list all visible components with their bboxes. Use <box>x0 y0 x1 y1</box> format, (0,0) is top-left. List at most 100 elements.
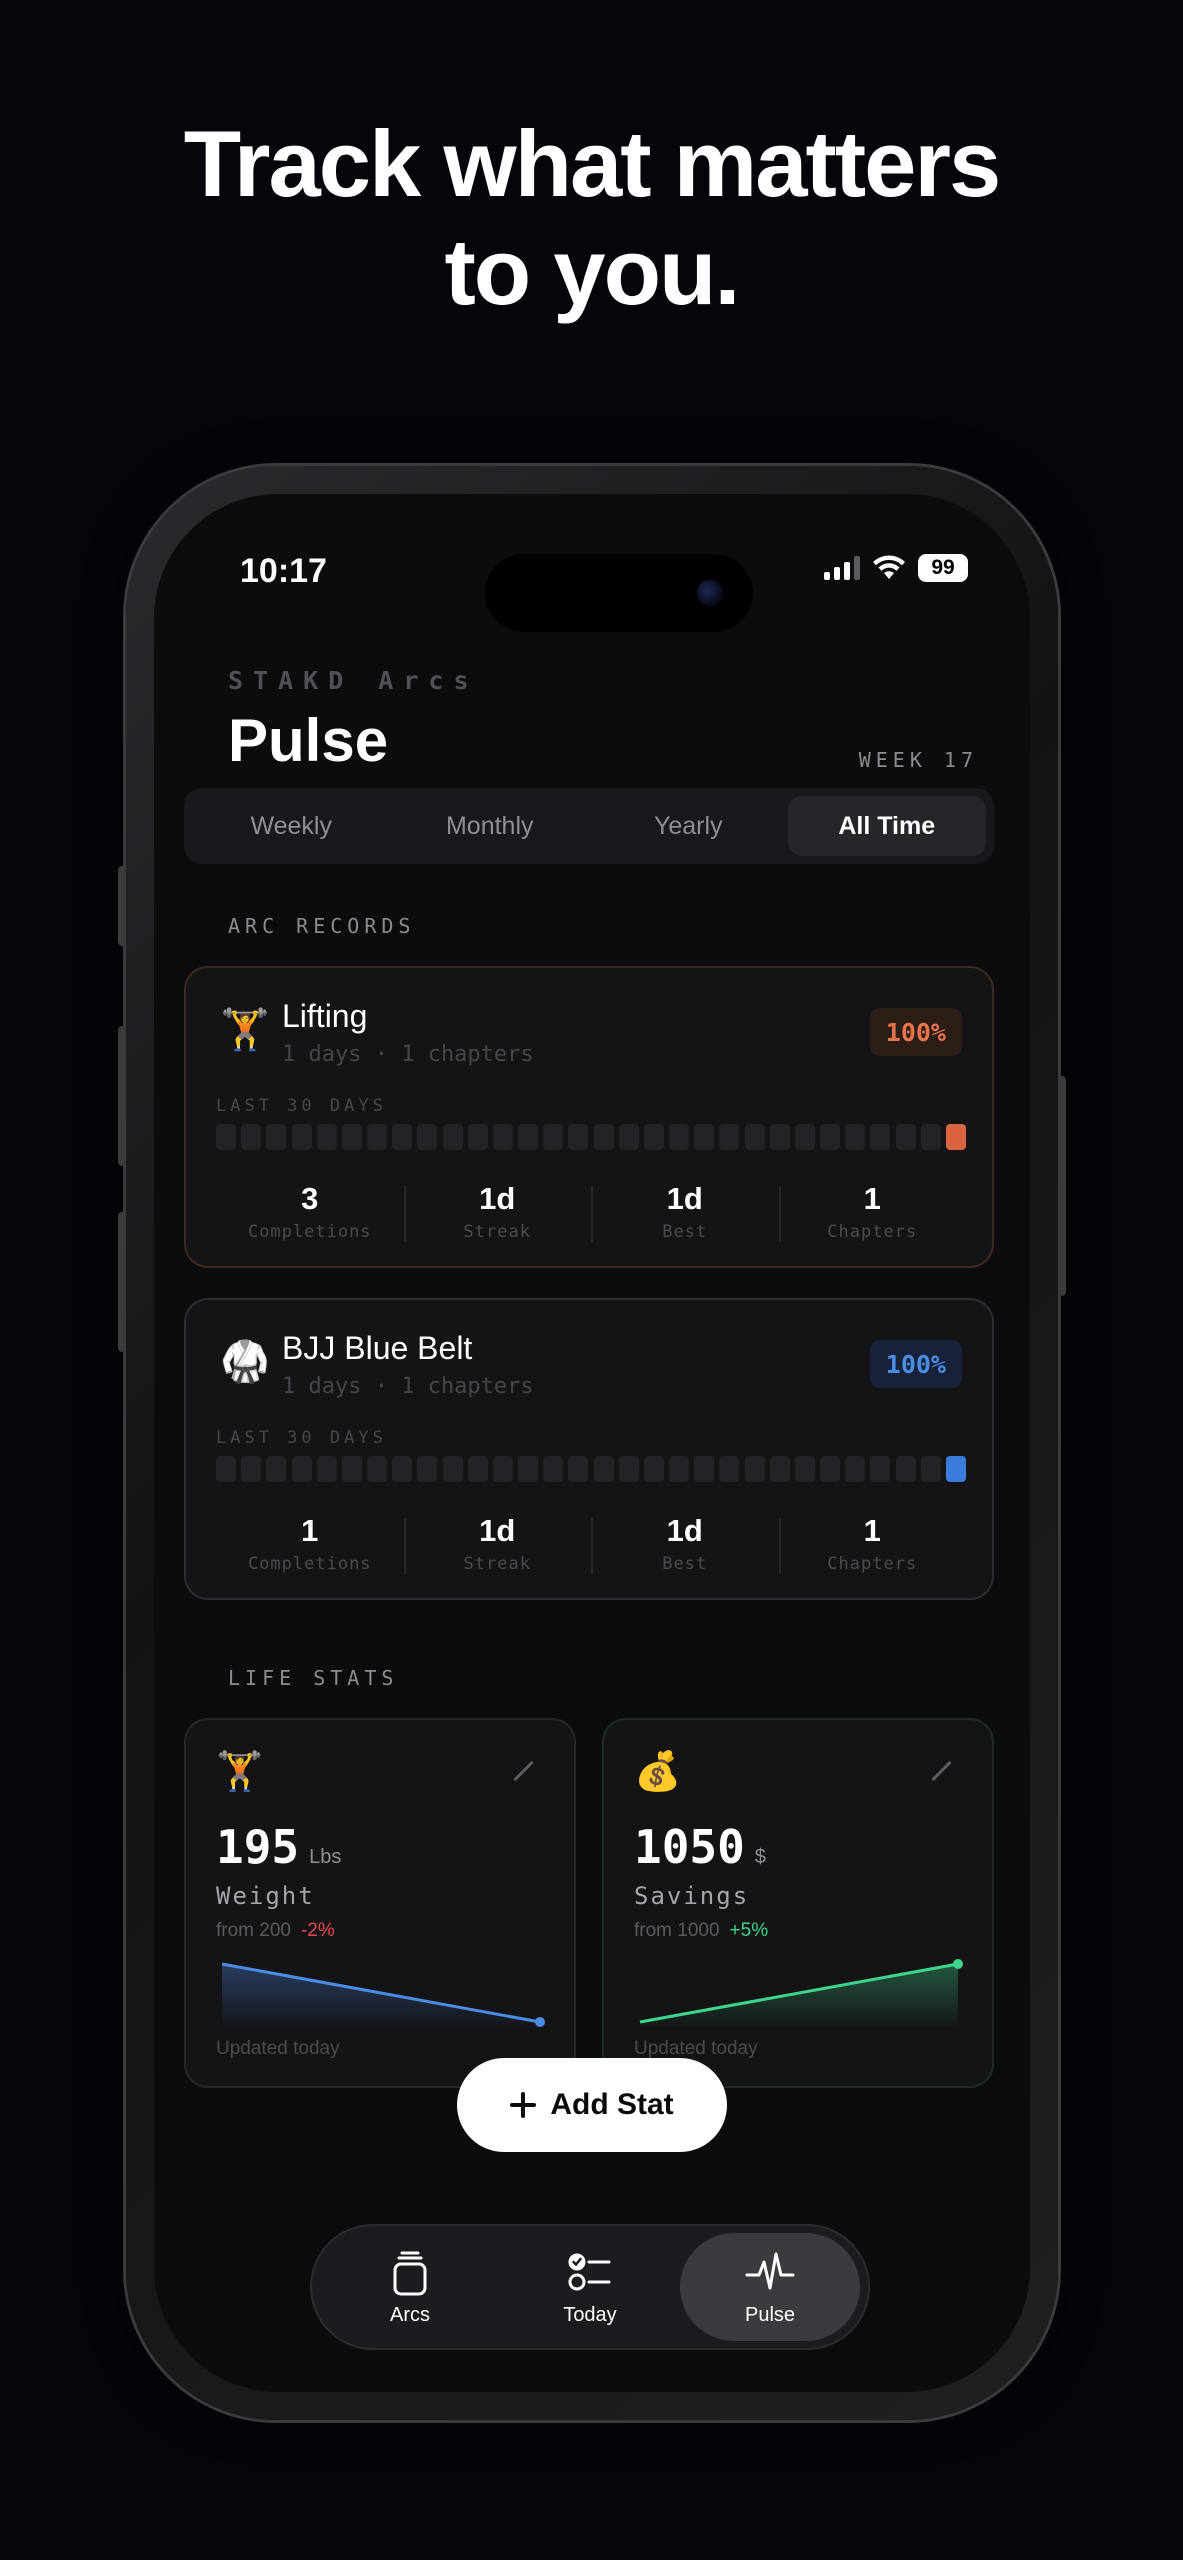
stat-value: 1 <box>301 1513 319 1548</box>
day-cell <box>568 1456 589 1482</box>
stat-value: 1d <box>666 1513 703 1548</box>
day-cell <box>719 1456 740 1482</box>
day-cell <box>694 1456 715 1482</box>
stat-updated: Updated today <box>216 2038 340 2059</box>
stat-chapters: 1 Chapters <box>778 1512 967 1576</box>
day-grid <box>216 1124 966 1150</box>
phone-frame: 10:17 99 STAKD Arcs Pulse WEEK 17 Weekly… <box>118 466 1066 2420</box>
app-screen: 10:17 99 STAKD Arcs Pulse WEEK 17 Weekly… <box>154 494 1030 2392</box>
stack-icon <box>393 2251 427 2295</box>
stat-delta: -2% <box>300 1920 335 1941</box>
day-cell <box>618 1456 639 1482</box>
day-cell <box>341 1456 362 1482</box>
stat-value: 1d <box>666 1181 703 1216</box>
day-cell <box>392 1124 413 1150</box>
week-label: WEEK 17 <box>858 748 978 772</box>
add-stat-button[interactable]: Add Stat <box>457 2058 727 2152</box>
day-cell <box>367 1124 388 1150</box>
day-cell <box>870 1124 891 1150</box>
day-cell <box>845 1124 866 1150</box>
dynamic-island <box>485 554 753 632</box>
life-stat-card-savings[interactable]: 💰 1050 $ Savings from 1000 +5% Updated t… <box>602 1718 994 2088</box>
status-time: 10:17 <box>240 552 327 590</box>
day-cell <box>291 1456 312 1482</box>
arc-card-bjj-blue-belt[interactable]: 🥋 BJJ Blue Belt 1 days · 1 chapters 100%… <box>184 1298 994 1600</box>
day-cell <box>442 1456 463 1482</box>
day-cell <box>794 1124 815 1150</box>
weightlifter-icon: 🏋️ <box>216 1751 264 1793</box>
life-stat-card-weight[interactable]: 🏋️ 195 Lbs Weight from 200 -2% Updated t… <box>184 1718 576 2088</box>
stat-value: 1d <box>479 1513 516 1548</box>
day-cell <box>870 1456 891 1482</box>
tab-today[interactable]: Today <box>500 2233 680 2341</box>
stat-change: from 200 -2% <box>216 1920 335 1942</box>
day-cell <box>643 1124 664 1150</box>
day-cell <box>367 1456 388 1482</box>
edit-icon[interactable] <box>930 1760 952 1782</box>
martial-arts-uniform-icon: 🥋 <box>220 1340 270 1384</box>
day-cell <box>820 1124 841 1150</box>
camera-icon <box>697 580 723 606</box>
day-cell <box>543 1124 564 1150</box>
stat-value: 1d <box>479 1181 516 1216</box>
action-button <box>118 866 126 946</box>
day-cell <box>467 1456 488 1482</box>
day-cell <box>442 1124 463 1150</box>
arc-card-lifting[interactable]: 🏋️ Lifting 1 days · 1 chapters 100% LAST… <box>184 966 994 1268</box>
status-indicators: 99 <box>824 554 968 582</box>
stat-streak: 1d Streak <box>403 1512 592 1576</box>
day-cell <box>392 1456 413 1482</box>
day-cell <box>316 1456 337 1482</box>
page-title: Pulse <box>228 707 389 774</box>
stat-unit: Lbs <box>309 1846 342 1868</box>
headline: Track what matters to you. <box>0 110 1183 326</box>
day-cell <box>694 1124 715 1150</box>
period-selector: Weekly Monthly Yearly All Time <box>184 788 994 864</box>
stat-chapters: 1 Chapters <box>778 1180 967 1244</box>
add-stat-label: Add Stat <box>550 2088 674 2121</box>
stat-value-row: 1050 $ <box>634 1820 766 1874</box>
day-cell <box>543 1456 564 1482</box>
day-cell <box>744 1124 765 1150</box>
battery-indicator: 99 <box>918 554 968 582</box>
day-cell <box>669 1124 690 1150</box>
volume-up-button <box>118 1026 126 1166</box>
stat-best: 1d Best <box>591 1512 779 1576</box>
arc-percent-badge: 100% <box>869 1008 962 1056</box>
life-stats-label: LIFE STATS <box>228 1666 399 1690</box>
segment-all-time[interactable]: All Time <box>787 796 986 856</box>
last-30-days-label: LAST 30 DAYS <box>216 1096 387 1116</box>
stat-unit: $ <box>754 1846 766 1868</box>
stat-label: Best <box>662 1554 708 1574</box>
headline-line-1: Track what matters <box>183 111 1002 216</box>
tab-label: Today <box>563 2303 617 2326</box>
tab-pulse[interactable]: Pulse <box>680 2233 860 2341</box>
day-cell <box>920 1456 941 1482</box>
day-cell <box>945 1124 966 1150</box>
arc-subtitle: 1 days · 1 chapters <box>282 1042 534 1067</box>
stat-value: 1 <box>863 1181 881 1216</box>
day-cell <box>618 1124 639 1150</box>
weightlifter-icon: 🏋️ <box>220 1008 270 1052</box>
trend-end-point <box>535 2017 545 2027</box>
trend-end-point <box>953 1959 963 1969</box>
arc-stats: 3 Completions 1d Streak 1d Best 1 Chapters <box>216 1180 966 1244</box>
stat-change: from 1000 +5% <box>634 1920 768 1942</box>
day-cell <box>316 1124 337 1150</box>
tab-arcs[interactable]: Arcs <box>320 2233 500 2341</box>
day-cell <box>669 1456 690 1482</box>
edit-icon[interactable] <box>512 1760 534 1782</box>
day-cell <box>216 1124 236 1150</box>
segment-weekly[interactable]: Weekly <box>192 796 391 856</box>
segment-yearly[interactable]: Yearly <box>589 796 788 856</box>
day-cell <box>769 1124 790 1150</box>
day-cell <box>593 1456 614 1482</box>
tab-label: Arcs <box>390 2303 430 2326</box>
stat-value: 195 <box>216 1820 300 1874</box>
trend-sparkline <box>639 1959 963 2028</box>
stat-label: Streak <box>463 1222 531 1242</box>
stat-label: Chapters <box>827 1222 918 1242</box>
segment-monthly[interactable]: Monthly <box>391 796 590 856</box>
day-cell <box>593 1124 614 1150</box>
stat-label: Chapters <box>827 1554 918 1574</box>
